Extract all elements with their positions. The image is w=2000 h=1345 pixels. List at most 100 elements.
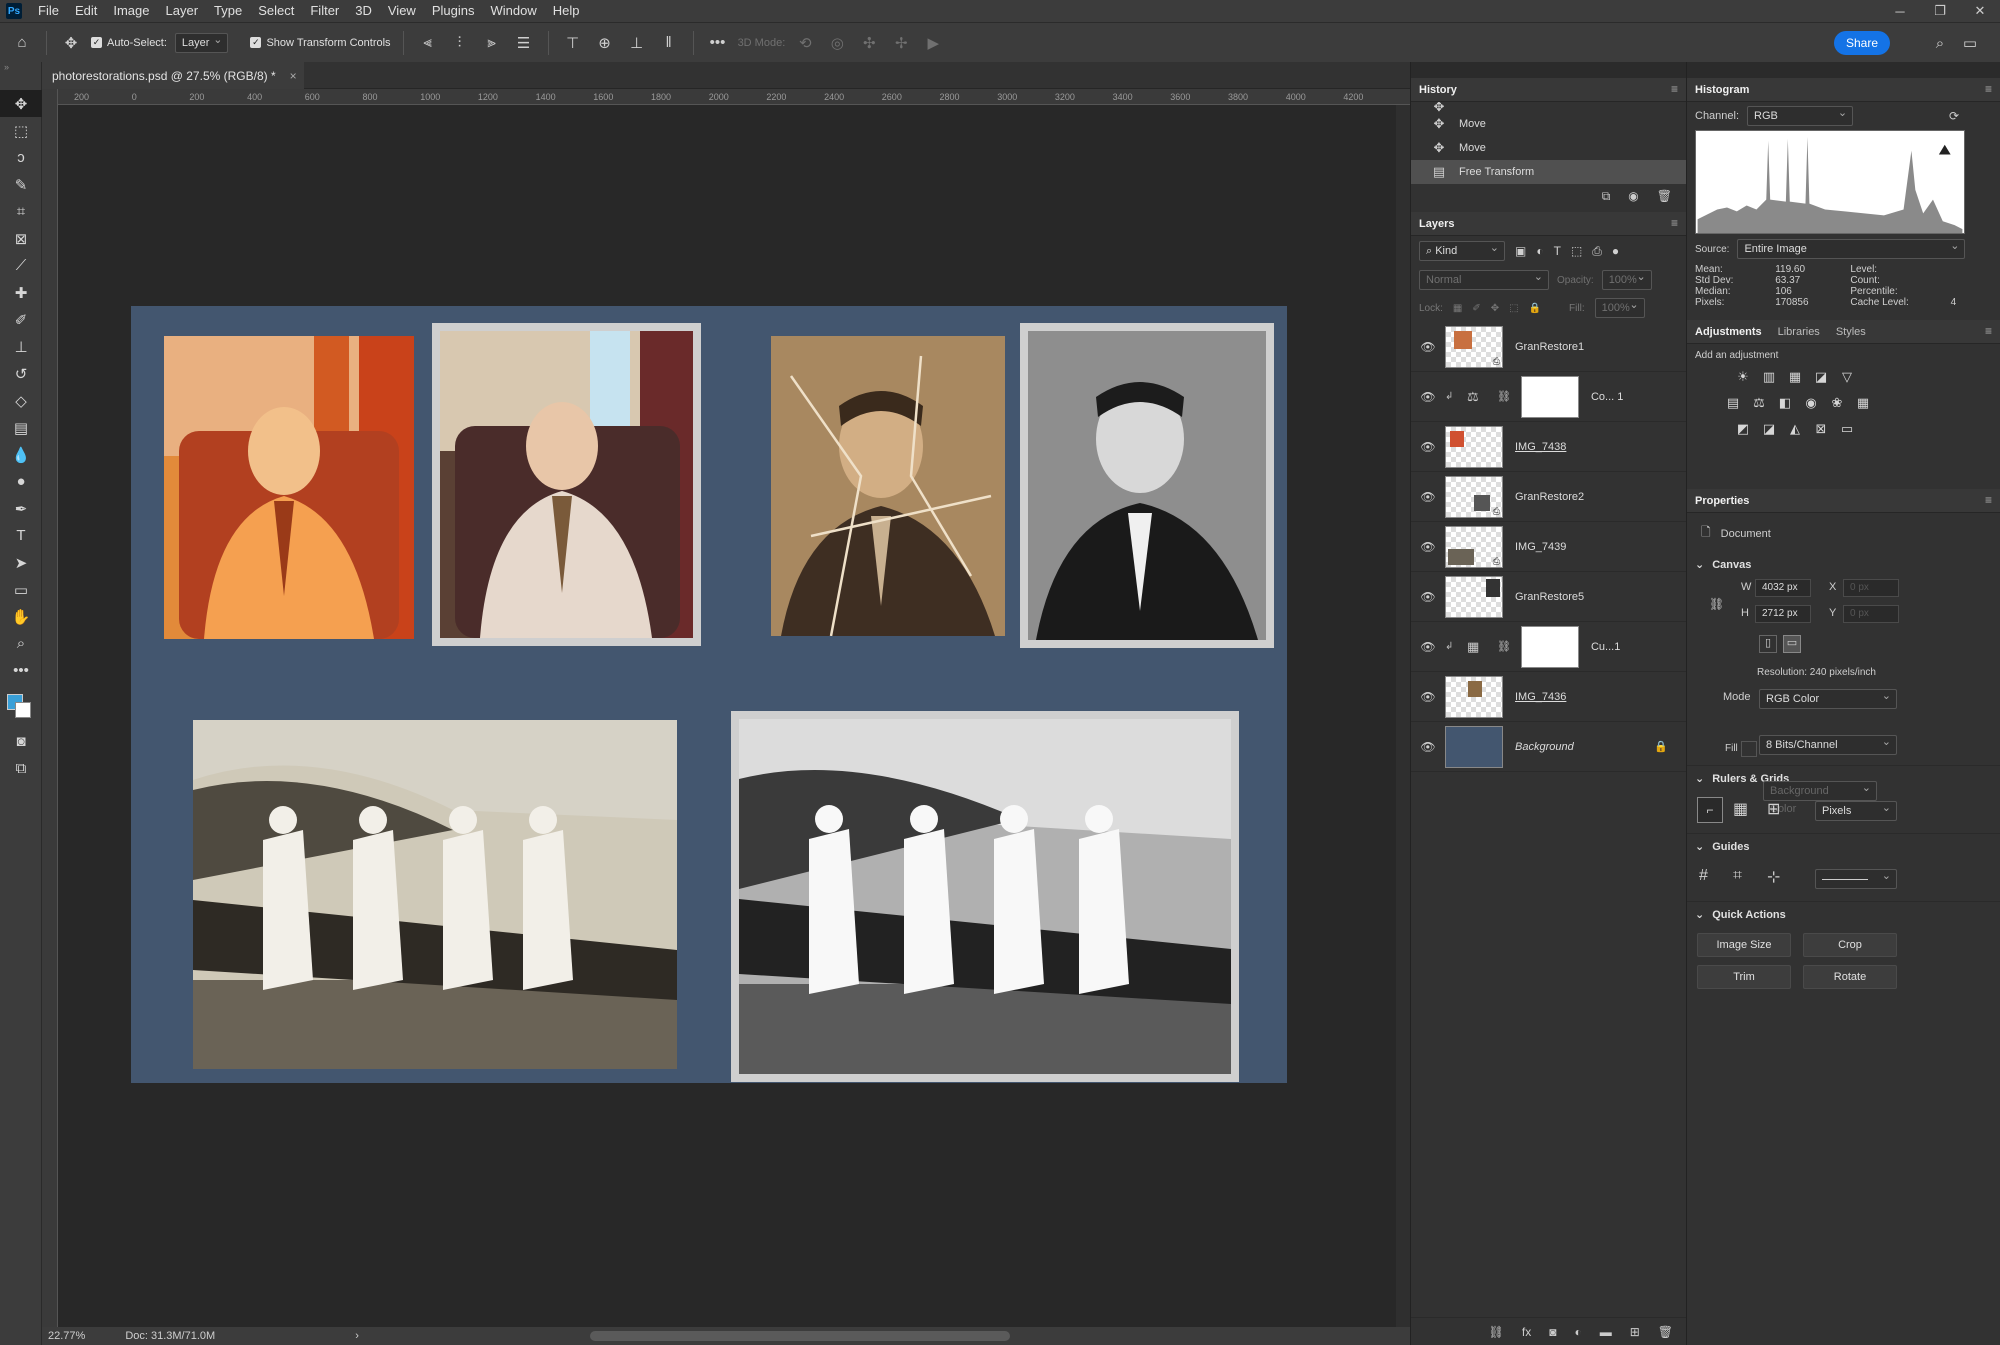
visibility-eye-icon[interactable]: 👁	[1411, 340, 1445, 354]
history-item-selected[interactable]: ▤ Free Transform	[1411, 160, 1686, 184]
clone-stamp-icon[interactable]: ⊥	[0, 333, 42, 360]
panel-menu-icon[interactable]: ≡	[1985, 324, 1992, 338]
history-item[interactable]: ✥ Move	[1411, 112, 1686, 136]
link-layers-icon[interactable]: ⛓	[1489, 1325, 1504, 1339]
collapse-strip[interactable]	[1687, 62, 2000, 78]
align-center-icon[interactable]: ⫶	[448, 31, 472, 55]
color-balance-icon[interactable]: ⚖	[1749, 393, 1769, 413]
filter-toggle-icon[interactable]: ●	[1612, 244, 1619, 258]
filter-pixel-icon[interactable]: ▣	[1515, 244, 1526, 258]
home-icon[interactable]: ⌂	[10, 31, 34, 55]
distribute-vertical-icon[interactable]: ‖	[657, 31, 681, 55]
new-guide-icon[interactable]: ⌗	[1733, 867, 1742, 885]
pen-tool-icon[interactable]: ✒	[0, 495, 42, 522]
rotate-button[interactable]: Rotate	[1803, 965, 1897, 989]
color-swatches[interactable]	[0, 684, 41, 728]
workspace-icon[interactable]: ▭	[1958, 31, 1982, 55]
grid-icon[interactable]: ▦	[1733, 799, 1748, 819]
layer-row[interactable]: 👁 IMG_7438	[1411, 422, 1686, 472]
visibility-eye-icon[interactable]: 👁	[1411, 740, 1445, 754]
fill-swatch[interactable]	[1741, 741, 1757, 757]
exposure-icon[interactable]: ◪	[1811, 367, 1831, 387]
screen-mode-icon[interactable]: ⧉	[0, 755, 42, 782]
collapse-arrows-icon[interactable]: »	[0, 62, 41, 90]
brush-tool-icon[interactable]: ✐	[0, 306, 42, 333]
new-layer-icon[interactable]: ⊞	[1630, 1325, 1640, 1339]
properties-tab[interactable]: Properties	[1695, 495, 1749, 507]
align-bottom-icon[interactable]: ⊥	[625, 31, 649, 55]
trash-icon[interactable]: 🗑	[1658, 1325, 1673, 1339]
menu-view[interactable]: View	[380, 0, 424, 22]
color-mode-dropdown[interactable]: RGB Color	[1759, 687, 1897, 709]
zoom-level[interactable]: 22.77%	[48, 1330, 85, 1342]
x-field[interactable]: 0 px	[1843, 579, 1899, 597]
menu-layer[interactable]: Layer	[158, 0, 207, 22]
menu-type[interactable]: Type	[206, 0, 250, 22]
posterize-icon[interactable]: ◪	[1759, 419, 1779, 439]
snapshot-camera-icon[interactable]: ◉	[1628, 189, 1638, 203]
lock-paint-icon[interactable]: ✐	[1472, 303, 1480, 314]
blur-tool-icon[interactable]: 💧	[0, 441, 42, 468]
hand-tool-icon[interactable]: ✋	[0, 603, 42, 630]
photo-young-man-restored[interactable]	[1020, 323, 1274, 648]
layer-row[interactable]: 👁 ⎙ IMG_7439	[1411, 522, 1686, 572]
layer-row[interactable]: 👁 IMG_7436	[1411, 672, 1686, 722]
crop-tool-icon[interactable]: ⌗	[0, 198, 42, 225]
guide-layout-icon[interactable]: ⊹	[1767, 867, 1780, 887]
color-lookup-icon[interactable]: ▦	[1853, 393, 1873, 413]
photo-filter-icon[interactable]: ◉	[1801, 393, 1821, 413]
history-tab[interactable]: History	[1419, 84, 1457, 96]
rectangle-tool-icon[interactable]: ▭	[0, 576, 42, 603]
menu-edit[interactable]: Edit	[67, 0, 105, 22]
collapse-strip[interactable]	[1411, 62, 1686, 78]
filter-adjust-icon[interactable]: ◐	[1536, 244, 1543, 258]
adjustment-layer-icon[interactable]: ◐	[1574, 1325, 1581, 1339]
layers-tab[interactable]: Layers	[1419, 218, 1454, 230]
lock-icon[interactable]: 🔒	[1654, 740, 1668, 753]
align-left-icon[interactable]: ⫷	[416, 31, 440, 55]
link-chain-icon[interactable]: ⛓	[1709, 597, 1724, 611]
portrait-icon[interactable]: ▯	[1759, 635, 1777, 653]
panel-menu-icon[interactable]: ≡	[1985, 493, 1992, 507]
gradient-tool-icon[interactable]: ▤	[0, 414, 42, 441]
edit-toolbar-icon[interactable]: •••	[0, 657, 42, 684]
visibility-eye-icon[interactable]: 👁	[1411, 590, 1445, 604]
quick-actions-header[interactable]: ⌄ Quick Actions	[1687, 901, 2000, 927]
ruler-units-dropdown[interactable]: Pixels	[1815, 799, 1897, 821]
visibility-eye-icon[interactable]: 👁	[1411, 390, 1445, 404]
photo-old-man-faded[interactable]	[164, 336, 414, 639]
lock-position-icon[interactable]: ✥	[1491, 303, 1499, 314]
search-icon[interactable]: ⌕	[1928, 31, 1952, 55]
levels-icon[interactable]: ▥	[1759, 367, 1779, 387]
layer-row[interactable]: 👁 ↲ ⚖ ⛓ Co... 1	[1411, 372, 1686, 422]
healing-brush-icon[interactable]: ✚	[0, 279, 42, 306]
more-options-icon[interactable]: •••	[706, 31, 730, 55]
quick-mask-icon[interactable]: ◙	[0, 728, 42, 755]
filter-shape-icon[interactable]: ⬚	[1571, 244, 1582, 258]
layer-row[interactable]: 👁 ⎙ GranRestore2	[1411, 472, 1686, 522]
lock-artboard-icon[interactable]: ⬚	[1509, 303, 1518, 314]
vertical-scrollbar[interactable]	[1396, 105, 1410, 1327]
move-tool-preset-icon[interactable]: ✥	[59, 31, 83, 55]
photo-sailors-damaged[interactable]	[193, 720, 677, 1069]
horizontal-scrollbar-thumb[interactable]	[590, 1331, 1010, 1341]
selective-color-icon[interactable]: ⊠	[1811, 419, 1831, 439]
show-guides-icon[interactable]: #	[1699, 867, 1708, 885]
new-group-icon[interactable]: ▬	[1600, 1325, 1612, 1339]
menu-help[interactable]: Help	[545, 0, 588, 22]
layer-row[interactable]: 👁 ⎙ GranRestore1	[1411, 322, 1686, 372]
bit-depth-dropdown[interactable]: 8 Bits/Channel	[1759, 733, 1897, 755]
dodge-tool-icon[interactable]: ●	[0, 468, 42, 495]
menu-plugins[interactable]: Plugins	[424, 0, 483, 22]
zoom-tool-icon[interactable]: ⌕	[0, 630, 42, 657]
type-tool-icon[interactable]: T	[0, 522, 42, 549]
status-menu-arrow-icon[interactable]: ›	[355, 1330, 359, 1342]
layer-row[interactable]: 👁 ↲ ▦ ⛓ Cu...1	[1411, 622, 1686, 672]
libraries-tab[interactable]: Libraries	[1778, 326, 1820, 338]
adjustments-tab[interactable]: Adjustments	[1695, 326, 1762, 338]
image-size-button[interactable]: Image Size	[1697, 933, 1791, 957]
move-tool-icon[interactable]: ✥	[0, 90, 42, 117]
refresh-icon[interactable]: ⟳	[1949, 109, 1959, 123]
layer-row[interactable]: 👁 Background 🔒	[1411, 722, 1686, 772]
share-button[interactable]: Share	[1834, 31, 1890, 55]
